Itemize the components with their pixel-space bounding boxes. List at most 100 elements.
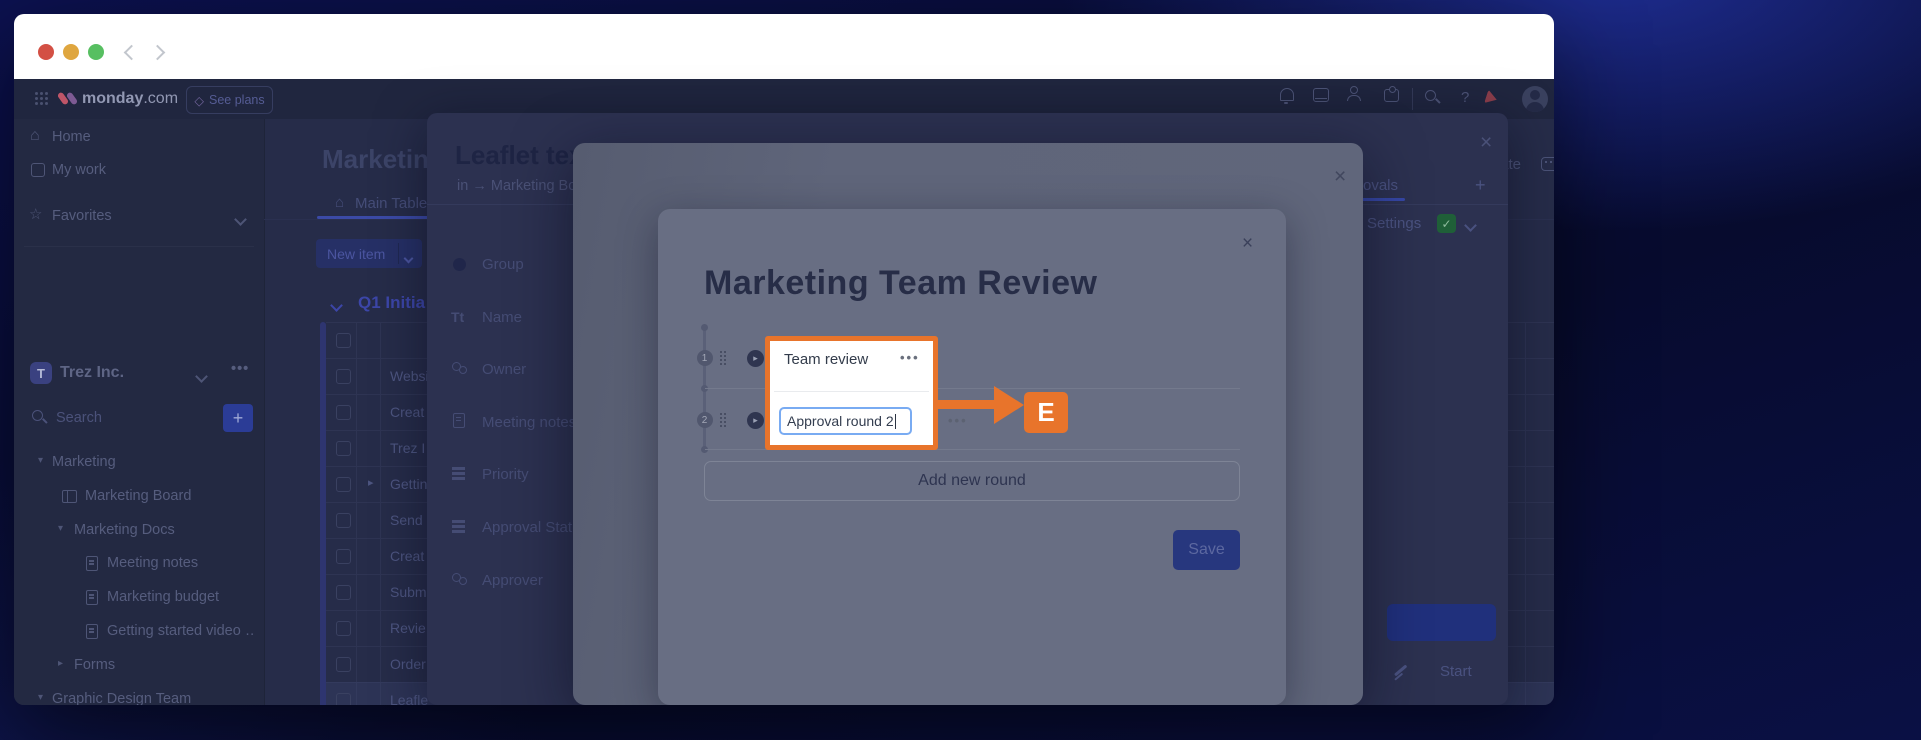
chevron-down-icon[interactable]	[405, 249, 412, 267]
table-row[interactable]: Leafle	[390, 692, 428, 705]
select-all-checkbox[interactable]	[336, 333, 351, 348]
tree-item[interactable]: Marketing Board	[85, 488, 191, 504]
row-checkbox[interactable]	[336, 405, 351, 420]
caret-down-icon[interactable]: ▾	[38, 455, 43, 466]
row-checkbox[interactable]	[336, 657, 351, 672]
row-checkbox[interactable]	[336, 369, 351, 384]
round-1-name[interactable]: Team review	[784, 351, 868, 368]
workspace-avatar[interactable]: T	[30, 362, 52, 384]
tree-item[interactable]: Getting started video …	[107, 623, 254, 639]
table-row[interactable]: Websi	[390, 368, 429, 384]
primary-action-button[interactable]	[1387, 604, 1496, 641]
sidebar-item-home[interactable]: Home	[52, 129, 91, 145]
add-tab-icon[interactable]: +	[1475, 175, 1486, 196]
drag-handle-icon[interactable]	[720, 413, 722, 415]
tree-item[interactable]: Marketing	[52, 454, 116, 470]
row-checkbox[interactable]	[336, 693, 351, 705]
doc-icon	[86, 624, 98, 644]
round-2-name-input[interactable]: Approval round 2	[779, 407, 912, 435]
chevron-down-icon[interactable]	[236, 211, 245, 229]
see-plans-button[interactable]: ◇See plans	[186, 86, 273, 114]
sidebar-search-input[interactable]: Search	[56, 410, 102, 426]
panel-close-icon[interactable]: ×	[1334, 166, 1346, 187]
tree-item[interactable]: Graphic Design Team	[52, 691, 191, 705]
assistant-robot-icon[interactable]	[1541, 157, 1554, 171]
logo-rest: .com	[143, 90, 178, 107]
settings-checkbox[interactable]: ✓	[1437, 214, 1456, 233]
table-row[interactable]: Trez I	[390, 440, 425, 456]
table-row[interactable]: Gettin	[390, 476, 427, 492]
play-icon[interactable]: ▸	[747, 350, 764, 367]
annotation-highlight-box: Team review ••• Approval round 2	[765, 336, 938, 450]
inbox-icon[interactable]	[1313, 88, 1329, 102]
back-icon[interactable]	[124, 45, 140, 61]
caret-down-icon[interactable]: ▾	[38, 692, 43, 703]
drag-handle-icon[interactable]	[720, 351, 722, 353]
card-close-icon[interactable]: ×	[1480, 132, 1492, 153]
caret-right-icon[interactable]: ▸	[58, 658, 63, 669]
table-row[interactable]: Creat	[390, 404, 424, 420]
row-checkbox[interactable]	[336, 513, 351, 528]
sidebar-divider	[24, 246, 254, 247]
search-icon[interactable]	[1425, 90, 1441, 106]
avatar[interactable]	[1522, 86, 1548, 112]
play-icon[interactable]: ▸	[747, 412, 764, 429]
field-label: Meeting notes	[482, 414, 576, 431]
row-checkbox[interactable]	[336, 441, 351, 456]
forward-icon[interactable]	[150, 45, 166, 61]
bars-icon	[452, 467, 465, 470]
round-2-menu-icon[interactable]: •••	[948, 413, 968, 428]
settings-chevron-down-icon[interactable]	[1466, 217, 1475, 235]
expand-icon[interactable]: ▸	[368, 476, 374, 489]
annotation-row-divider	[774, 391, 929, 392]
round-1-menu-icon[interactable]: •••	[900, 350, 920, 365]
add-new-round-button[interactable]: Add new round	[704, 461, 1240, 501]
tab-main-table[interactable]: Main Table	[355, 195, 427, 212]
settings-label[interactable]: Settings	[1367, 215, 1421, 232]
tree-item[interactable]: Marketing Docs	[74, 522, 175, 538]
table-grid-line	[356, 322, 357, 705]
dialog-close-icon[interactable]: ×	[1242, 234, 1253, 253]
row-checkbox[interactable]	[336, 549, 351, 564]
monday-logo-icon	[66, 91, 78, 105]
group-title[interactable]: Q1 Initia	[358, 293, 425, 313]
tree-item[interactable]: Forms	[74, 657, 115, 673]
group-dot-icon	[453, 258, 466, 271]
people-icon	[451, 361, 469, 377]
tree-item[interactable]: Marketing budget	[107, 589, 219, 605]
sidebar-item-favorites[interactable]: Favorites	[52, 208, 112, 224]
start-label[interactable]: Start	[1440, 663, 1472, 680]
table-row[interactable]: Submi	[390, 584, 430, 600]
diamond-icon: ◇	[194, 93, 204, 108]
row-checkbox[interactable]	[336, 477, 351, 492]
new-item-label: New item	[327, 246, 385, 262]
notifications-bell-icon[interactable]	[1280, 88, 1294, 101]
help-icon[interactable]: ?	[1461, 89, 1469, 106]
maximize-window-button[interactable]	[88, 44, 104, 60]
logo-text[interactable]: monday.com	[82, 90, 178, 108]
row-checkbox[interactable]	[336, 585, 351, 600]
caret-down-icon[interactable]: ▾	[58, 523, 63, 534]
signature-pen-icon	[1394, 664, 1407, 676]
logo-bold: monday	[82, 90, 143, 107]
group-collapse-icon[interactable]	[332, 297, 341, 315]
invite-member-icon[interactable]	[1347, 86, 1363, 100]
table-row[interactable]: Revie	[390, 620, 426, 636]
sidebar-item-my-work[interactable]: My work	[52, 162, 106, 178]
table-row[interactable]: Creat	[390, 548, 424, 564]
workspace-chevron-down-icon[interactable]	[197, 368, 206, 386]
apps-marketplace-icon[interactable]	[1384, 89, 1399, 102]
table-row[interactable]: Send	[390, 512, 423, 528]
tree-item[interactable]: Meeting notes	[107, 555, 198, 571]
apps-grid-icon[interactable]	[35, 92, 38, 95]
minimize-window-button[interactable]	[63, 44, 79, 60]
workspace-name[interactable]: Trez Inc.	[60, 364, 124, 382]
table-row[interactable]: Order	[390, 656, 426, 672]
add-item-button[interactable]: +	[223, 404, 253, 432]
save-button[interactable]: Save	[1173, 530, 1240, 570]
sidebar-search-icon[interactable]	[32, 410, 48, 426]
new-item-button[interactable]: New item	[316, 239, 422, 268]
workspace-menu-icon[interactable]: •••	[231, 361, 249, 377]
row-checkbox[interactable]	[336, 621, 351, 636]
close-window-button[interactable]	[38, 44, 54, 60]
